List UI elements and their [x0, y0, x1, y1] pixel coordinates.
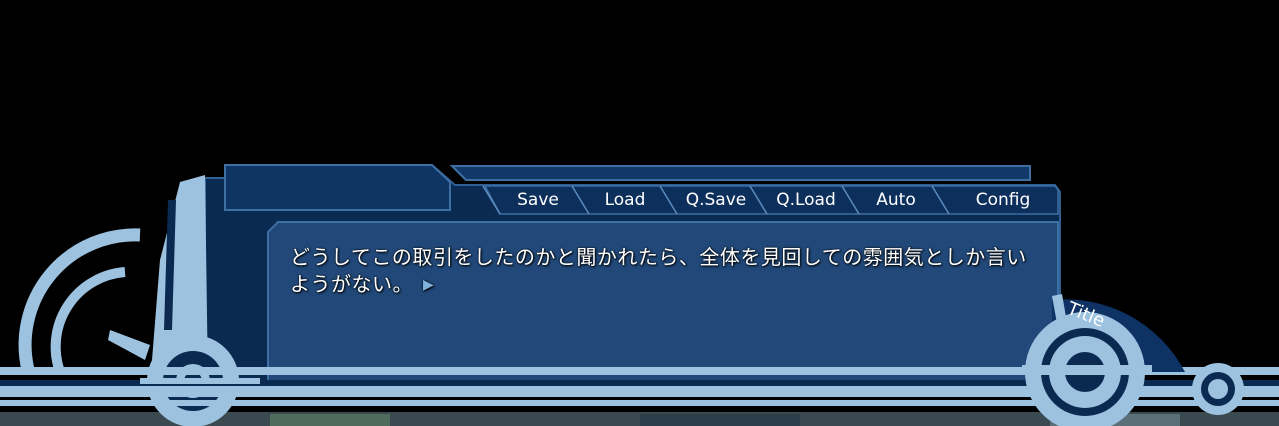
config-button[interactable]: Config — [956, 186, 1050, 214]
load-button[interactable]: Load — [587, 186, 663, 214]
auto-button[interactable]: Auto — [858, 186, 934, 214]
dialogue-text: どうしてこの取引をしたのかと聞かれたら、全体を見回しての雰囲気としか言いようがな… — [290, 245, 1027, 296]
quick-save-button[interactable]: Q.Save — [676, 186, 756, 214]
quick-load-button[interactable]: Q.Load — [766, 186, 846, 214]
dialogue-text-box[interactable]: どうしてこの取引をしたのかと聞かれたら、全体を見回しての雰囲気としか言いようがな… — [290, 244, 1030, 299]
game-screen: Save Load Q.Save Q.Load Auto Config どうして… — [0, 0, 1279, 426]
continue-arrow-icon: ▶ — [423, 277, 435, 293]
save-button[interactable]: Save — [500, 186, 576, 214]
